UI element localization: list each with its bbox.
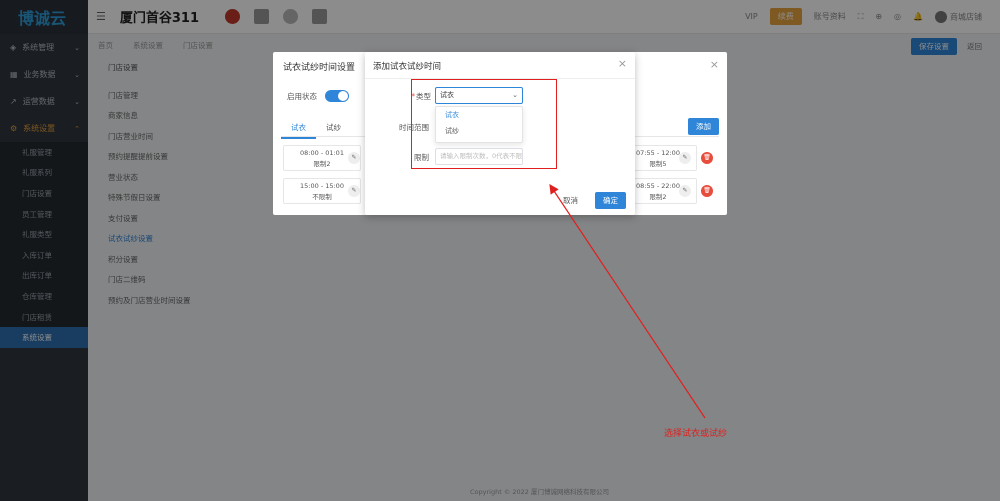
add-button[interactable]: 添加 [688, 118, 719, 135]
dialog-title: 添加试衣试纱时间 [373, 62, 442, 72]
enable-label: 启用状态 [287, 91, 317, 101]
confirm-button[interactable]: 确定 [595, 192, 626, 209]
annotation-highlight-box [411, 79, 557, 169]
close-icon[interactable]: × [618, 57, 627, 70]
annotation-text: 选择试衣或试纱 [664, 429, 728, 439]
edit-icon[interactable]: ✎ [679, 185, 691, 197]
close-icon[interactable]: × [710, 58, 719, 71]
cancel-button[interactable]: 取消 [563, 195, 578, 206]
delete-icon[interactable]: 🗑 [701, 185, 713, 197]
enable-switch[interactable] [325, 90, 349, 102]
enable-row: 启用状态 [287, 90, 349, 102]
dialog-title: 试衣试纱时间设置 [283, 63, 356, 73]
edit-icon[interactable]: ✎ [679, 152, 691, 164]
edit-icon[interactable]: ✎ [348, 185, 360, 197]
edit-icon[interactable]: ✎ [348, 152, 360, 164]
delete-icon[interactable]: 🗑 [701, 152, 713, 164]
